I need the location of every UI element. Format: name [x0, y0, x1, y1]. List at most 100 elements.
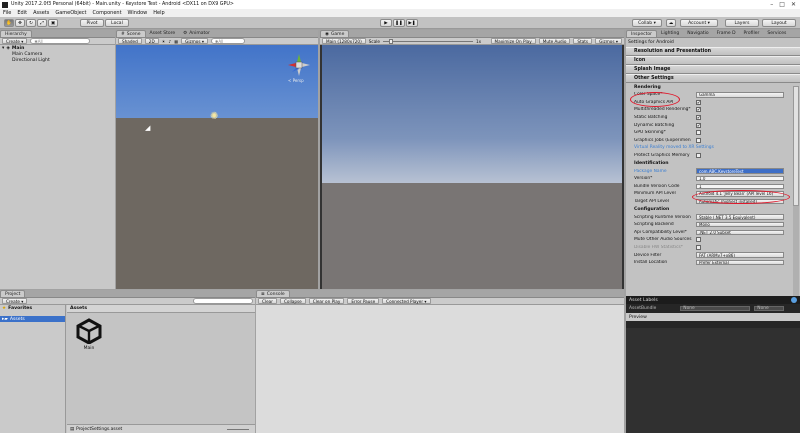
collab-button[interactable]: Collab ▾: [632, 19, 662, 27]
tab-project[interactable]: Project: [0, 290, 26, 297]
light-toggle-icon[interactable]: ☀: [162, 39, 166, 44]
property-checkbox[interactable]: [696, 137, 701, 143]
property-dropdown[interactable]: .NET 2.0 Subset: [696, 229, 784, 236]
persp-label[interactable]: < Persp: [288, 78, 304, 83]
tab-profiler[interactable]: Profiler: [740, 30, 764, 37]
tab-frame-debugger[interactable]: Frame D: [713, 30, 740, 37]
label-tag-icon[interactable]: [791, 297, 797, 303]
scene-gizmo-icon[interactable]: [286, 52, 312, 78]
property-checkbox[interactable]: [696, 244, 701, 250]
property-checkbox[interactable]: ✔: [696, 107, 701, 113]
menu-edit[interactable]: Edit: [17, 10, 27, 16]
tab-services[interactable]: Services: [763, 30, 790, 37]
section-splash[interactable]: Splash Image: [626, 65, 800, 74]
tab-asset-store[interactable]: Asset Store: [146, 30, 180, 37]
menu-help[interactable]: Help: [153, 10, 164, 16]
hand-tool-icon[interactable]: ✋: [4, 19, 14, 27]
property-dropdown[interactable]: Gamma: [696, 92, 784, 98]
property-text-field[interactable]: com.ABC.KeystoreTest: [696, 168, 784, 174]
inspector-scrollbar[interactable]: [793, 86, 799, 296]
tab-game[interactable]: ◉ Game: [320, 30, 350, 37]
menu-gameobject[interactable]: GameObject: [55, 10, 86, 16]
cloud-icon[interactable]: ☁: [666, 19, 676, 27]
rect-tool-icon[interactable]: ▣: [48, 19, 58, 27]
tab-lighting[interactable]: Lighting: [657, 30, 683, 37]
layers-dropdown[interactable]: Layers: [725, 19, 759, 27]
hierarchy-item[interactable]: Directional Light: [0, 57, 115, 63]
minimize-button[interactable]: –: [770, 1, 773, 8]
scale-slider-thumb[interactable]: [389, 38, 394, 44]
property-checkbox[interactable]: [696, 237, 701, 243]
play-button[interactable]: ▶: [380, 19, 392, 27]
layout-dropdown[interactable]: Layout: [762, 19, 796, 27]
assets-folder-row[interactable]: ▸▰ Assets: [0, 316, 65, 322]
scale-slider[interactable]: [383, 38, 474, 44]
effects-toggle-icon[interactable]: ▦: [174, 39, 178, 44]
tab-animator[interactable]: ⚙ Animator: [179, 30, 214, 37]
menu-window[interactable]: Window: [128, 10, 148, 16]
menu-component[interactable]: Component: [93, 10, 122, 16]
console-connected-player-dropdown[interactable]: Connected Player ▾: [382, 298, 431, 304]
game-gizmos-dropdown[interactable]: Gizmos ▾: [595, 38, 622, 44]
tab-inspector[interactable]: Inspector: [626, 30, 657, 37]
scene-view[interactable]: Shaded 2D ☀ ♪ ▦ Gizmos ▾ ✱All < Persp ✺ …: [116, 38, 318, 289]
section-resolution[interactable]: Resolution and Presentation: [626, 47, 800, 56]
console-clear-on-play-toggle[interactable]: Clear on Play: [308, 298, 345, 304]
local-toggle[interactable]: Local: [105, 19, 129, 27]
menu-file[interactable]: File: [3, 10, 11, 16]
section-icon[interactable]: Icon: [626, 56, 800, 65]
hierarchy-search-input[interactable]: ✱All: [30, 38, 91, 44]
property-text-field[interactable]: 1: [696, 183, 784, 190]
shading-dropdown[interactable]: Shaded: [118, 38, 142, 44]
step-button[interactable]: ▶❚: [406, 19, 418, 27]
account-button[interactable]: Account ▾: [680, 19, 718, 27]
property-checkbox[interactable]: [696, 153, 701, 159]
tab-console[interactable]: ≣ Console: [256, 290, 290, 297]
property-checkbox[interactable]: ✔: [696, 115, 701, 121]
console-error-pause-toggle[interactable]: Error Pause: [347, 298, 380, 304]
hierarchy-create-dropdown[interactable]: Create ▾: [2, 38, 28, 44]
tab-hierarchy[interactable]: Hierarchy: [0, 30, 32, 37]
maximize-button[interactable]: □: [779, 1, 785, 8]
property-checkbox[interactable]: ✔: [696, 122, 701, 128]
project-create-dropdown[interactable]: Create ▾: [2, 298, 28, 304]
game-view[interactable]: Main (1280x720) Scale 1x Maximize On Pla…: [320, 38, 624, 289]
project-search-input[interactable]: [193, 298, 253, 304]
directional-light-icon[interactable]: ✺: [210, 111, 218, 122]
rotate-tool-icon[interactable]: ↻: [26, 19, 36, 27]
scale-tool-icon[interactable]: ⤢: [37, 19, 47, 27]
display-dropdown[interactable]: Main (1280x720): [322, 38, 366, 44]
property-text-field[interactable]: 1.0: [696, 175, 784, 182]
section-other-settings[interactable]: Other Settings: [626, 74, 800, 83]
stats-toggle[interactable]: Stats: [573, 38, 593, 44]
property-dropdown[interactable]: Prefer External: [696, 259, 784, 266]
property-checkbox[interactable]: [696, 130, 701, 136]
close-button[interactable]: ✕: [791, 1, 796, 8]
inspector-scrollbar-thumb[interactable]: [793, 86, 799, 206]
menu-assets[interactable]: Assets: [33, 10, 49, 16]
property-link[interactable]: Virtual Reality moved to XR Settings: [634, 145, 714, 150]
property-dropdown[interactable]: Stable (.NET 3.5 Equivalent): [696, 214, 784, 220]
tab-scene[interactable]: # Scene: [116, 30, 146, 37]
pivot-toggle[interactable]: Pivot: [80, 19, 104, 27]
asset-item-main[interactable]: Main: [74, 318, 104, 351]
assetbundle-variant-dropdown[interactable]: None: [754, 305, 785, 312]
expand-arrow-icon[interactable]: ▾: [2, 46, 4, 51]
move-tool-icon[interactable]: ✥: [15, 19, 25, 27]
maximize-on-play-toggle[interactable]: Maximize On Play: [490, 38, 536, 44]
property-dropdown[interactable]: FAT (ARMv7+x86): [696, 252, 784, 258]
preview-header[interactable]: Preview: [626, 313, 800, 321]
assetbundle-name-dropdown[interactable]: None: [680, 305, 751, 312]
property-checkbox[interactable]: ✔: [696, 99, 701, 105]
console-collapse-toggle[interactable]: Collapse: [279, 298, 306, 304]
icon-size-slider[interactable]: [227, 428, 249, 430]
mute-audio-toggle[interactable]: Mute Audio: [538, 38, 571, 44]
favorites-row[interactable]: ★ Favorites: [0, 305, 65, 311]
scene-search-input[interactable]: ✱All: [210, 38, 245, 44]
pause-button[interactable]: ❚❚: [393, 19, 405, 27]
property-dropdown[interactable]: Mono: [696, 221, 784, 228]
camera-icon[interactable]: ◢: [145, 124, 150, 132]
gizmos-dropdown[interactable]: Gizmos ▾: [181, 38, 208, 44]
audio-toggle-icon[interactable]: ♪: [168, 39, 171, 44]
console-clear-button[interactable]: Clear: [258, 298, 277, 304]
